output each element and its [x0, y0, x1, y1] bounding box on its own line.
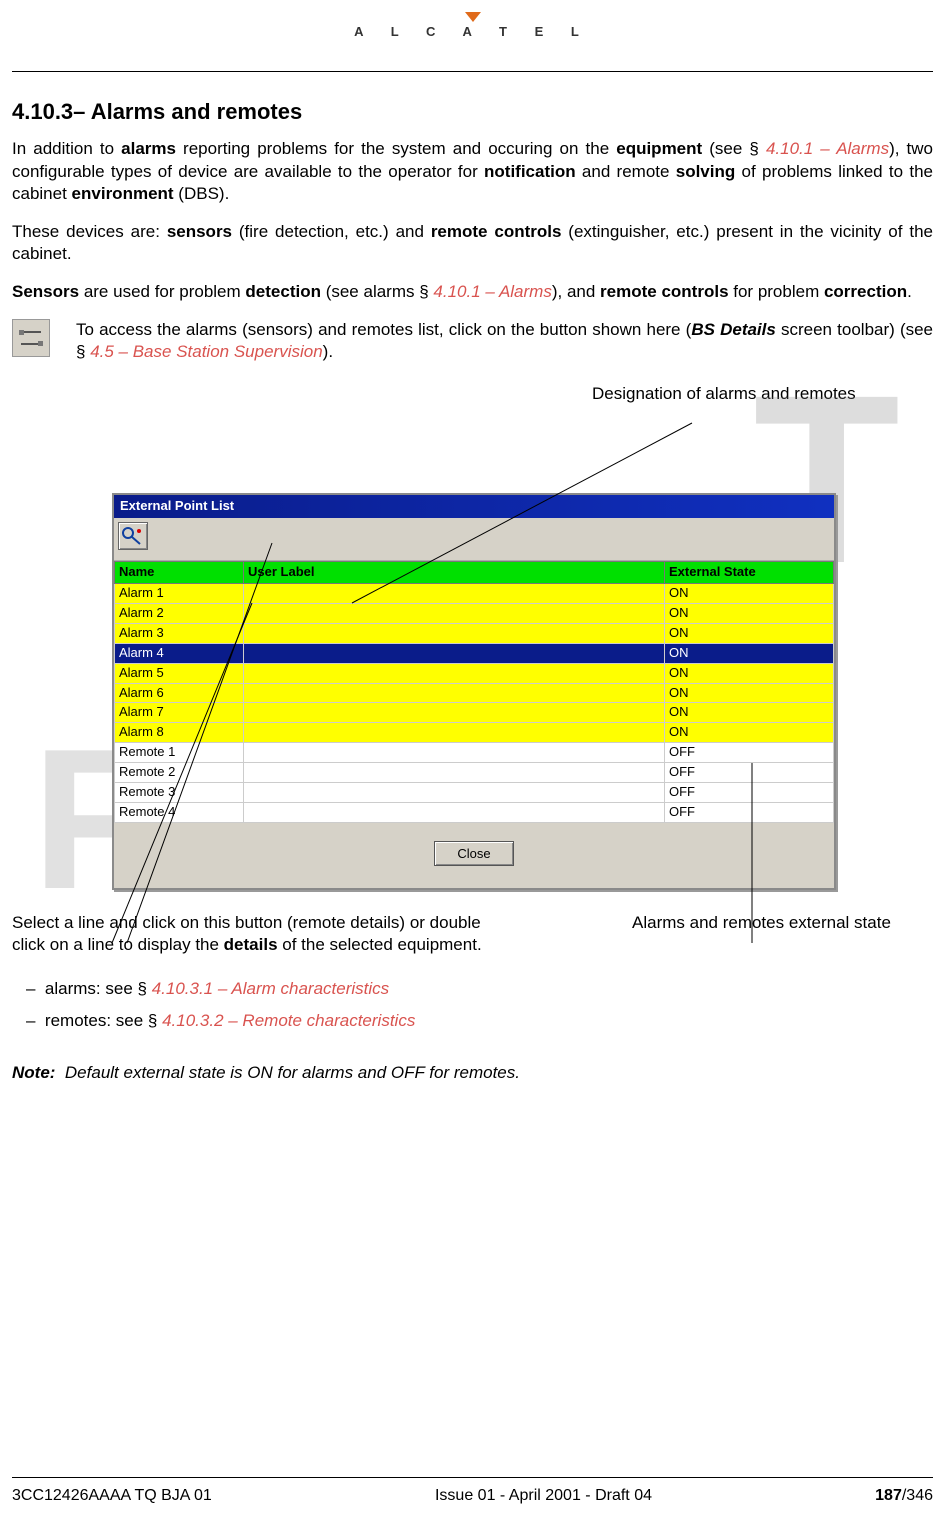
col-user-label[interactable]: User Label	[244, 562, 665, 584]
footer-issue: Issue 01 - April 2001 - Draft 04	[435, 1486, 652, 1507]
section-heading: 4.10.3– Alarms and remotes	[12, 98, 933, 127]
cross-ref: 4.10.1 – Alarms	[433, 282, 551, 301]
table-row[interactable]: Remote 3OFF	[115, 783, 834, 803]
details-toolbar-icon	[12, 319, 50, 357]
table-row[interactable]: Alarm 5ON	[115, 663, 834, 683]
cross-ref: 4.10.3.1 – Alarm characteristics	[152, 979, 389, 998]
footer-page: 187/346	[875, 1486, 933, 1507]
table-row[interactable]: Alarm 4ON	[115, 643, 834, 663]
close-button[interactable]: Close	[434, 841, 513, 866]
col-external-state[interactable]: External State	[665, 562, 834, 584]
external-point-table[interactable]: Name User Label External State Alarm 1ON…	[114, 561, 834, 823]
table-row[interactable]: Alarm 3ON	[115, 623, 834, 643]
window-toolbar	[114, 518, 834, 561]
list-item: – alarms: see § 4.10.3.1 – Alarm charact…	[26, 978, 933, 1000]
table-row[interactable]: Remote 4OFF	[115, 802, 834, 822]
external-point-list-window: External Point List Name User Label Exte…	[112, 493, 836, 890]
col-name[interactable]: Name	[115, 562, 244, 584]
table-row[interactable]: Alarm 2ON	[115, 604, 834, 624]
remote-details-button[interactable]	[118, 522, 148, 550]
callout-external-state: Alarms and remotes external state	[592, 912, 933, 956]
table-row[interactable]: Alarm 1ON	[115, 584, 834, 604]
logo-triangle-icon	[465, 12, 481, 22]
header-rule	[12, 71, 933, 72]
table-row[interactable]: Alarm 8ON	[115, 723, 834, 743]
cross-ref: 4.10.1 – Alarms	[766, 139, 889, 158]
cross-ref: 4.5 – Base Station Supervision	[90, 342, 322, 361]
paragraph-2: These devices are: sensors (fire detecti…	[12, 221, 933, 265]
table-row[interactable]: Alarm 7ON	[115, 703, 834, 723]
note: Note: Default external state is ON for a…	[12, 1062, 933, 1084]
table-row[interactable]: Alarm 6ON	[115, 683, 834, 703]
logo-text: A L C A T E L	[12, 24, 933, 41]
cross-ref: 4.10.3.2 – Remote characteristics	[162, 1011, 415, 1030]
window-titlebar: External Point List	[114, 495, 834, 518]
list-item: – remotes: see § 4.10.3.2 – Remote chara…	[26, 1010, 933, 1032]
callout-designation: Designation of alarms and remotes	[592, 383, 856, 405]
footer-doc-ref: 3CC12426AAAA TQ BJA 01	[12, 1486, 212, 1507]
table-row[interactable]: Remote 1OFF	[115, 743, 834, 763]
callout-select-details: Select a line and click on this button (…	[12, 912, 512, 956]
icon-paragraph: To access the alarms (sensors) and remot…	[76, 319, 933, 363]
paragraph-1: In addition to alarms reporting problems…	[12, 138, 933, 204]
table-row[interactable]: Remote 2OFF	[115, 763, 834, 783]
brand-logo: A L C A T E L	[12, 12, 933, 41]
page-footer: 3CC12426AAAA TQ BJA 01 Issue 01 - April …	[12, 1477, 933, 1507]
paragraph-3: Sensors are used for problem detection (…	[12, 281, 933, 303]
